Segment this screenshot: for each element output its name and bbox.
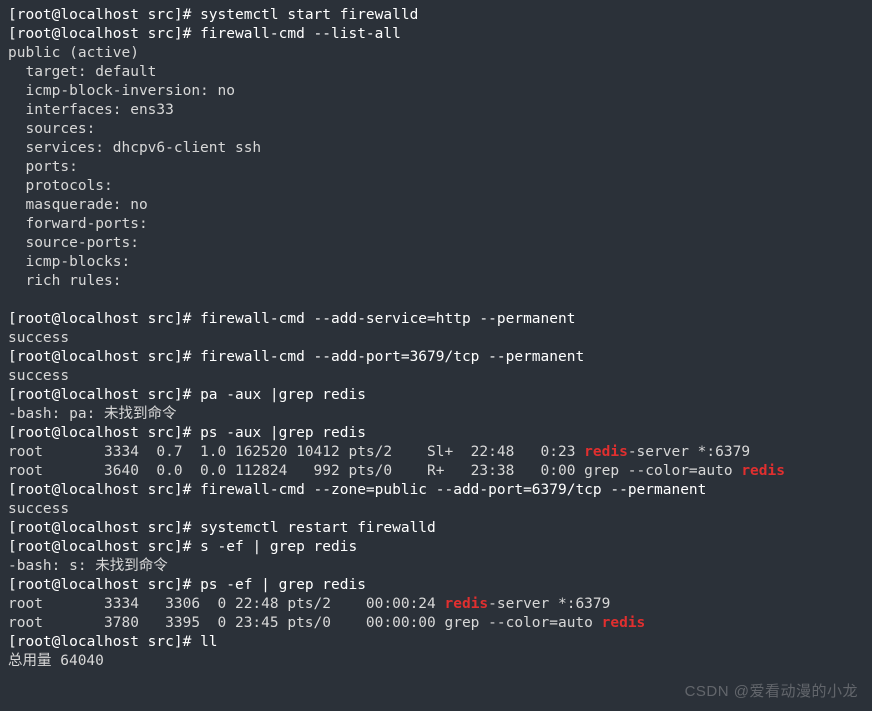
prompt: [root@localhost src]# <box>8 425 200 441</box>
prompt-line-7: [root@localhost src]# firewall-cmd --zon… <box>8 481 864 500</box>
ps-text: -server *:6379 <box>628 444 750 460</box>
prompt-line-1: [root@localhost src]# systemctl start fi… <box>8 6 864 25</box>
prompt: [root@localhost src]# <box>8 387 200 403</box>
command: systemctl restart firewalld <box>200 520 436 536</box>
command: firewall-cmd --add-port=3679/tcp --perma… <box>200 349 584 365</box>
prompt-line-2: [root@localhost src]# firewall-cmd --lis… <box>8 25 864 44</box>
prompt-line-5: [root@localhost src]# pa -aux |grep redi… <box>8 386 864 405</box>
ps-text: root 3640 0.0 0.0 112824 992 pts/0 R+ 23… <box>8 463 741 479</box>
ps-text: root 3780 3395 0 23:45 pts/0 00:00:00 gr… <box>8 615 602 631</box>
output-error: -bash: pa: 未找到命令 <box>8 405 864 424</box>
output-error: -bash: s: 未找到命令 <box>8 557 864 576</box>
output-line: interfaces: ens33 <box>8 101 864 120</box>
command: systemctl start firewalld <box>200 7 418 23</box>
grep-match: redis <box>584 444 628 460</box>
prompt: [root@localhost src]# <box>8 520 200 536</box>
prompt-line-10: [root@localhost src]# ps -ef | grep redi… <box>8 576 864 595</box>
output-line: services: dhcpv6-client ssh <box>8 139 864 158</box>
blank-line <box>8 291 864 310</box>
command: firewall-cmd --zone=public --add-port=63… <box>200 482 706 498</box>
prompt-line-8: [root@localhost src]# systemctl restart … <box>8 519 864 538</box>
output-line: ports: <box>8 158 864 177</box>
output-line: source-ports: <box>8 234 864 253</box>
prompt: [root@localhost src]# <box>8 634 200 650</box>
ps-row: root 3334 3306 0 22:48 pts/2 00:00:24 re… <box>8 595 864 614</box>
output-success: success <box>8 500 864 519</box>
command: ps -ef | grep redis <box>200 577 366 593</box>
prompt: [root@localhost src]# <box>8 577 200 593</box>
ps-text: root 3334 3306 0 22:48 pts/2 00:00:24 <box>8 596 445 612</box>
watermark-text: CSDN @爱看动漫的小龙 <box>685 682 858 701</box>
output-success: success <box>8 329 864 348</box>
command: ll <box>200 634 217 650</box>
output-line: icmp-blocks: <box>8 253 864 272</box>
output-line: public (active) <box>8 44 864 63</box>
output-line: masquerade: no <box>8 196 864 215</box>
prompt-line-9: [root@localhost src]# s -ef | grep redis <box>8 538 864 557</box>
output-line: protocols: <box>8 177 864 196</box>
ps-text: root 3334 0.7 1.0 162520 10412 pts/2 Sl+… <box>8 444 584 460</box>
output-line: sources: <box>8 120 864 139</box>
prompt-line-11: [root@localhost src]# ll <box>8 633 864 652</box>
output-line: forward-ports: <box>8 215 864 234</box>
command: firewall-cmd --list-all <box>200 26 401 42</box>
prompt: [root@localhost src]# <box>8 349 200 365</box>
output-line: 总用量 64040 <box>8 652 864 671</box>
grep-match: redis <box>445 596 489 612</box>
prompt: [root@localhost src]# <box>8 539 200 555</box>
prompt-line-6: [root@localhost src]# ps -aux |grep redi… <box>8 424 864 443</box>
ps-row: root 3334 0.7 1.0 162520 10412 pts/2 Sl+… <box>8 443 864 462</box>
ps-row: root 3780 3395 0 23:45 pts/0 00:00:00 gr… <box>8 614 864 633</box>
output-line: rich rules: <box>8 272 864 291</box>
command: s -ef | grep redis <box>200 539 357 555</box>
output-line: target: default <box>8 63 864 82</box>
grep-match: redis <box>741 463 785 479</box>
command: firewall-cmd --add-service=http --perman… <box>200 311 575 327</box>
ps-text: -server *:6379 <box>488 596 610 612</box>
output-line: icmp-block-inversion: no <box>8 82 864 101</box>
prompt: [root@localhost src]# <box>8 311 200 327</box>
ps-row: root 3640 0.0 0.0 112824 992 pts/0 R+ 23… <box>8 462 864 481</box>
grep-match: redis <box>602 615 646 631</box>
terminal-output[interactable]: [root@localhost src]# systemctl start fi… <box>8 6 864 671</box>
command: ps -aux |grep redis <box>200 425 366 441</box>
prompt: [root@localhost src]# <box>8 7 200 23</box>
prompt: [root@localhost src]# <box>8 26 200 42</box>
prompt-line-3: [root@localhost src]# firewall-cmd --add… <box>8 310 864 329</box>
prompt-line-4: [root@localhost src]# firewall-cmd --add… <box>8 348 864 367</box>
prompt: [root@localhost src]# <box>8 482 200 498</box>
command: pa -aux |grep redis <box>200 387 366 403</box>
output-success: success <box>8 367 864 386</box>
